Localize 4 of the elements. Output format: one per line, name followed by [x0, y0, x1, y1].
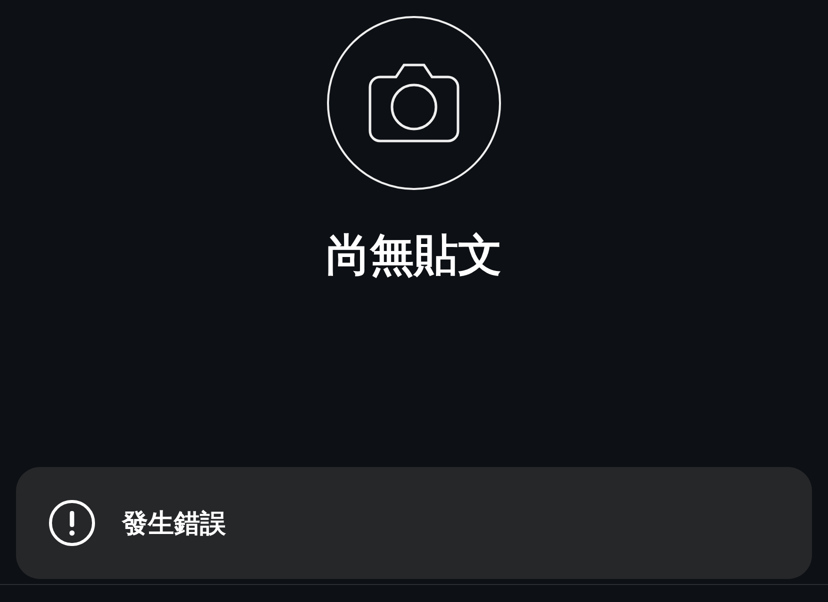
alert-icon [48, 499, 96, 547]
toast-message: 發生錯誤 [122, 508, 226, 540]
camera-icon [366, 61, 462, 145]
empty-state-title: 尚無貼文 [326, 229, 502, 283]
